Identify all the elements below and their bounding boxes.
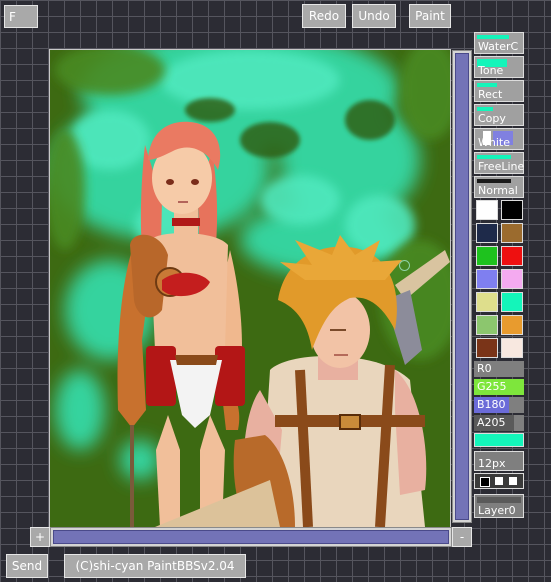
current-color-swatch[interactable]: [474, 433, 524, 447]
palette-swatch-khaki[interactable]: [476, 292, 498, 312]
undo-button[interactable]: Undo: [352, 4, 396, 28]
red-slider-label: R0: [477, 362, 492, 375]
brush-size-presets[interactable]: [474, 473, 524, 489]
tool-label: FreeLine: [478, 160, 525, 173]
palette-swatch-sage[interactable]: [476, 315, 498, 335]
tool-label: White: [478, 136, 510, 149]
tool-indicator: [477, 179, 511, 183]
tool-watercolor[interactable]: WaterC: [474, 32, 524, 54]
layer-label: Layer0: [478, 504, 516, 517]
brush-preset-large[interactable]: [509, 477, 517, 485]
f-button[interactable]: F: [4, 5, 38, 28]
alpha-slider[interactable]: A205: [474, 415, 524, 431]
brush-size-control[interactable]: 12px: [474, 451, 524, 471]
green-slider[interactable]: G255: [474, 379, 524, 395]
redo-button[interactable]: Redo: [302, 4, 346, 28]
tool-label: Copy: [478, 112, 506, 125]
palette-swatch-cyan[interactable]: [501, 292, 523, 312]
tool-mask-white[interactable]: White: [474, 128, 524, 150]
horizontal-scroll-thumb[interactable]: [53, 530, 449, 544]
brush-size-label: 12px: [478, 457, 506, 470]
palette-swatch-navy[interactable]: [476, 223, 498, 243]
brush-preset-medium[interactable]: [495, 477, 503, 485]
palette-swatch-green[interactable]: [476, 246, 498, 266]
horizontal-scrollbar[interactable]: [50, 527, 452, 547]
vertical-scrollbar[interactable]: [452, 50, 472, 523]
layer-indicator: [477, 497, 521, 503]
zoom-in-button[interactable]: +: [30, 527, 50, 547]
canvas-artwork: [50, 50, 450, 527]
alpha-slider-label: A205: [477, 416, 506, 429]
palette-swatch-brown[interactable]: [501, 223, 523, 243]
blue-slider[interactable]: B180: [474, 397, 524, 413]
vertical-scroll-thumb[interactable]: [455, 53, 469, 520]
brush-preset-small[interactable]: [480, 477, 490, 487]
tool-blend-normal[interactable]: Normal: [474, 176, 524, 198]
tool-freeline[interactable]: FreeLine: [474, 152, 524, 174]
tool-indicator: [477, 83, 497, 87]
palette-swatch-periwinkle[interactable]: [476, 269, 498, 289]
green-slider-label: G255: [477, 380, 507, 393]
tool-label: WaterC: [478, 40, 519, 53]
tool-tone[interactable]: Tone: [474, 56, 524, 78]
blue-slider-label: B180: [477, 398, 506, 411]
tool-indicator: [477, 35, 509, 39]
tool-label: Normal: [478, 184, 518, 197]
tool-copy[interactable]: Copy: [474, 104, 524, 126]
layer-selector[interactable]: Layer0: [474, 494, 524, 518]
palette-swatch-pink[interactable]: [501, 269, 523, 289]
tool-indicator: [477, 107, 493, 111]
tool-indicator: [477, 155, 511, 159]
credit-label: (C)shi-cyan PaintBBSv2.04: [64, 554, 246, 578]
tool-rect[interactable]: Rect: [474, 80, 524, 102]
brush-cursor: [399, 260, 410, 271]
palette-swatch-red[interactable]: [501, 246, 523, 266]
palette-swatch-rust[interactable]: [476, 338, 498, 358]
send-button[interactable]: Send: [6, 554, 48, 578]
paint-button[interactable]: Paint: [409, 4, 451, 28]
palette-swatch-cream[interactable]: [501, 338, 523, 358]
tool-label: Rect: [478, 88, 503, 101]
zoom-out-button[interactable]: -: [452, 527, 472, 547]
palette-swatch-black[interactable]: [501, 200, 523, 220]
drawing-canvas[interactable]: [50, 50, 450, 527]
palette-swatch-orange[interactable]: [501, 315, 523, 335]
red-slider[interactable]: R0: [474, 361, 524, 377]
palette-swatch-white[interactable]: [476, 200, 498, 220]
tool-label: Tone: [478, 64, 504, 77]
